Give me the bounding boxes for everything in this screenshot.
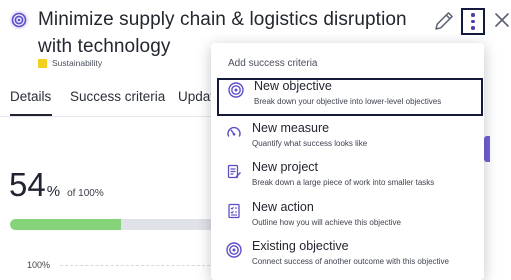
menu-item-label: New action [252, 200, 314, 214]
target-icon [226, 242, 242, 258]
pencil-icon[interactable] [432, 9, 456, 33]
more-options-button[interactable] [461, 8, 485, 35]
progress-value: 54 % of 100% [9, 166, 104, 204]
progress-bar-fill [10, 219, 121, 230]
chart-axis-label: 100% [27, 260, 51, 270]
checklist-icon [226, 203, 242, 219]
objective-target-icon [9, 10, 29, 30]
partially-hidden-button[interactable] [484, 136, 490, 162]
menu-item-description: Connect success of another outcome with … [252, 257, 449, 266]
progress-bar [10, 219, 215, 230]
chart-gridline [60, 265, 215, 266]
tag-color-swatch [38, 58, 47, 68]
kebab-dot [471, 19, 475, 24]
menu-item-new-action[interactable]: New action Outline how you will achieve … [211, 199, 484, 237]
menu-item-existing-objective[interactable]: Existing objective Connect success of an… [211, 238, 484, 276]
close-icon[interactable] [493, 11, 511, 29]
menu-item-label: Existing objective [252, 239, 349, 253]
category-tag: Sustainability [38, 58, 102, 68]
clipboard-icon [226, 163, 242, 179]
progress-unit: % [46, 183, 61, 200]
kebab-dot [471, 13, 475, 17]
target-icon [228, 82, 244, 98]
tab-updates[interactable]: Updat [178, 89, 214, 104]
menu-item-new-objective[interactable]: New objective Break down your objective … [217, 78, 483, 116]
progress-of-text: of 100% [67, 188, 104, 199]
menu-header: Add success criteria [228, 58, 318, 69]
progress-number: 54 [9, 166, 46, 203]
menu-item-label: New project [252, 160, 318, 174]
menu-item-description: Break down a large piece of work into sm… [252, 178, 435, 187]
menu-item-description: Outline how you will achieve this object… [252, 218, 401, 227]
menu-item-description: Break down your objective into lower-lev… [254, 97, 442, 106]
menu-item-new-measure[interactable]: New measure Quantify what success looks … [211, 120, 484, 158]
kebab-dot [471, 26, 475, 30]
menu-item-new-project[interactable]: New project Break down a large piece of … [211, 159, 484, 197]
menu-item-label: New objective [254, 79, 332, 93]
tab-details[interactable]: Details [10, 89, 51, 104]
gauge-icon [226, 124, 242, 140]
add-success-criteria-menu: Add success criteria New objective Break… [211, 43, 484, 280]
tabs-divider [0, 116, 215, 117]
tag-label: Sustainability [52, 58, 103, 68]
tab-success-criteria[interactable]: Success criteria [70, 89, 165, 104]
menu-item-label: New measure [252, 121, 330, 135]
menu-item-description: Quantify what success looks like [252, 139, 368, 148]
